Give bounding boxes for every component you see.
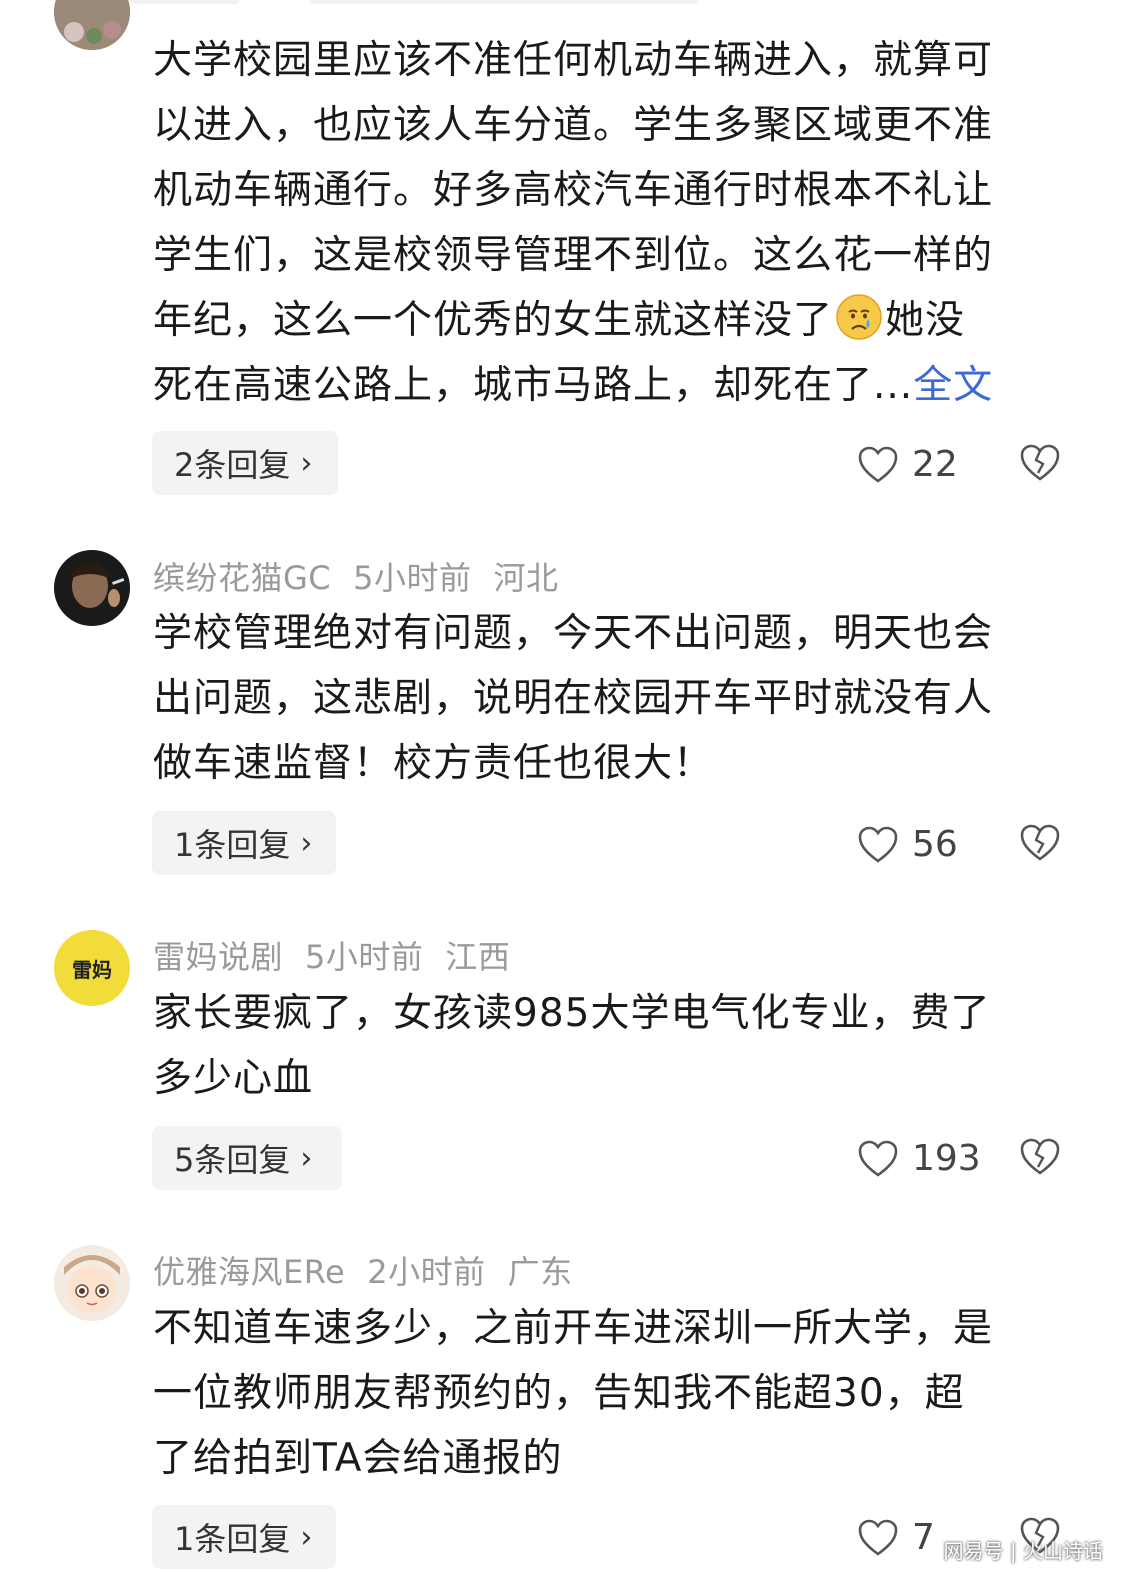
avatar-text: 雷妈 [72,957,112,982]
full-text-link[interactable]: 全文 [913,363,993,408]
avatar[interactable]: 雷妈 [54,930,130,1006]
text-line: 学生们，这是校领导管理不到位。这么花一样的 [153,233,994,278]
like-count: 7 [912,1517,935,1558]
timestamp: 5小时前 [353,559,472,597]
text-line: 多少心血 [153,1056,314,1101]
avatar-image [54,550,130,626]
like-button[interactable]: 7 [858,1517,935,1558]
chevron-right-icon: › [300,1519,313,1555]
text-line: 出问题，这悲剧，说明在校园开车平时就没有人 [153,676,994,721]
avatar-image [54,0,130,50]
username[interactable]: 雷妈说剧 [153,938,283,976]
username[interactable]: 优雅海风ERe [153,1253,345,1291]
view-replies-button[interactable]: 5条回复 › [152,1126,342,1190]
text-line: 一位教师朋友帮预约的，告知我不能超30，超 [153,1371,965,1416]
reply-count-label: 2条回复 [174,446,291,484]
comment-text: 家长要疯了，女孩读985大学电气化专业，费了 多少心血 [153,981,1068,1111]
comment-text: 不知道车速多少，之前开车进深圳一所大学，是 一位教师朋友帮预约的，告知我不能超3… [153,1296,1068,1491]
comment-text: 学校管理绝对有问题，今天不出问题，明天也会 出问题，这悲剧，说明在校园开车平时就… [153,601,1068,796]
heart-outline-icon [858,1140,898,1177]
view-replies-button[interactable]: 2条回复 › [152,431,338,495]
text-line: 死在高速公路上，城市马路上，却死在了...全文 [153,353,1068,418]
text-line: 年纪，这么一个优秀的女生就这样没了 她没 [153,288,1068,353]
view-replies-button[interactable]: 1条回复 › [152,811,336,875]
text-line: 家长要疯了，女孩读985大学电气化专业，费了 [153,991,991,1036]
top-strip-segment [310,0,700,4]
heart-outline-icon [858,826,898,863]
avatar[interactable] [54,1245,130,1321]
text-line: 做车速监督！校方责任也很大！ [153,741,714,786]
text-line: 学校管理绝对有问题，今天不出问题，明天也会 [153,611,994,656]
text-line: 不知道车速多少，之前开车进深圳一所大学，是 [153,1306,994,1351]
chevron-right-icon: › [300,445,313,481]
comment-text: 大学校园里应该不准任何机动车辆进入，就算可 以进入，也应该人车分道。学生多聚区域… [153,28,1068,418]
like-count: 56 [912,824,958,865]
chevron-right-icon: › [300,1140,313,1176]
watermark: 网易号 | 火山诗话 [943,1539,1103,1563]
avatar[interactable] [54,550,130,626]
avatar-image [54,1245,130,1321]
crying-face-emoji [836,294,882,340]
like-button[interactable]: 193 [858,1138,981,1179]
text-segment: 她没 [885,298,966,343]
text-line: 机动车辆通行。好多高校汽车通行时根本不礼让 [153,168,994,213]
location: 河北 [493,559,559,597]
broken-heart-icon[interactable] [1020,823,1060,863]
like-button[interactable]: 22 [858,444,958,485]
reply-count-label: 1条回复 [174,826,291,864]
like-count: 193 [912,1138,981,1179]
text-segment: 年纪，这么一个优秀的女生就这样没了 [153,298,834,343]
like-button[interactable]: 56 [858,824,958,865]
comment-meta: 优雅海风ERe 2小时前 广东 [153,1247,595,1293]
text-line: 大学校园里应该不准任何机动车辆进入，就算可 [153,38,994,83]
username[interactable]: 缤纷花猫GC [153,559,331,597]
timestamp: 5小时前 [305,938,424,976]
broken-heart-icon[interactable] [1020,443,1060,483]
heart-outline-icon [858,1519,898,1556]
text-segment: 死在高速公路上，城市马路上，却死在了... [153,363,914,408]
text-line: 了给拍到TA会给通报的 [153,1436,563,1481]
text-line: 以进入，也应该人车分道。学生多聚区域更不准 [153,103,994,148]
timestamp: 2小时前 [367,1253,486,1291]
avatar[interactable] [54,0,130,50]
comment-meta: 雷妈说剧 5小时前 江西 [153,932,532,978]
like-count: 22 [912,444,958,485]
comment-meta: 缤纷花猫GC 5小时前 河北 [153,553,581,599]
view-replies-button[interactable]: 1条回复 › [152,1505,336,1569]
top-strip-segment [130,0,240,4]
chevron-right-icon: › [300,825,313,861]
top-strip [0,0,1125,8]
broken-heart-icon[interactable] [1020,1137,1060,1177]
location: 广东 [507,1253,573,1291]
reply-count-label: 1条回复 [174,1520,291,1558]
location: 江西 [445,938,511,976]
heart-outline-icon [858,446,898,483]
reply-count-label: 5条回复 [174,1141,291,1179]
